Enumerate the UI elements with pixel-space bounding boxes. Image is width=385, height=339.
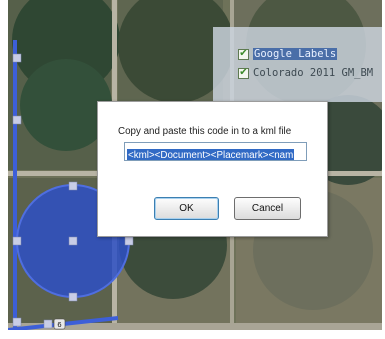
dialog-prompt: Copy and paste this code in to a kml fil…	[118, 126, 292, 137]
checkbox-colorado-2011[interactable]: ✔	[238, 67, 249, 79]
kml-code-field[interactable]: <kml><Document><Placemark><nam	[124, 142, 307, 161]
layer-label-colorado-2011: Colorado 2011 GM_BM	[253, 67, 374, 79]
layer-colorado-2011[interactable]: ✔ Colorado 2011 GM_BM	[238, 65, 373, 81]
vertex-handle[interactable]	[68, 181, 78, 191]
vertex-handle[interactable]	[12, 236, 22, 246]
cancel-button[interactable]: Cancel	[234, 197, 301, 220]
ok-button[interactable]: OK	[154, 197, 219, 220]
kml-code-selection: <kml><Document><Placemark><nam	[127, 149, 295, 161]
layer-label-google-labels: Google Labels	[253, 48, 338, 60]
vertex-handle[interactable]	[12, 317, 22, 327]
vertex-handle[interactable]	[68, 292, 78, 302]
kml-export-dialog: Copy and paste this code in to a kml fil…	[97, 101, 328, 237]
road-shield-number: 6	[57, 320, 61, 329]
vertex-handle[interactable]	[68, 236, 78, 246]
layers-panel: ✔ Google Labels ✔ Colorado 2011 GM_BM	[213, 27, 382, 102]
checkbox-google-labels[interactable]: ✔	[238, 48, 249, 60]
vertex-handle[interactable]	[43, 319, 53, 329]
road-shield: 6	[53, 318, 66, 330]
vertex-handle[interactable]	[12, 115, 22, 125]
vertex-handle[interactable]	[124, 236, 134, 246]
vertex-handle[interactable]	[12, 53, 22, 63]
layer-google-labels[interactable]: ✔ Google Labels	[238, 46, 338, 62]
